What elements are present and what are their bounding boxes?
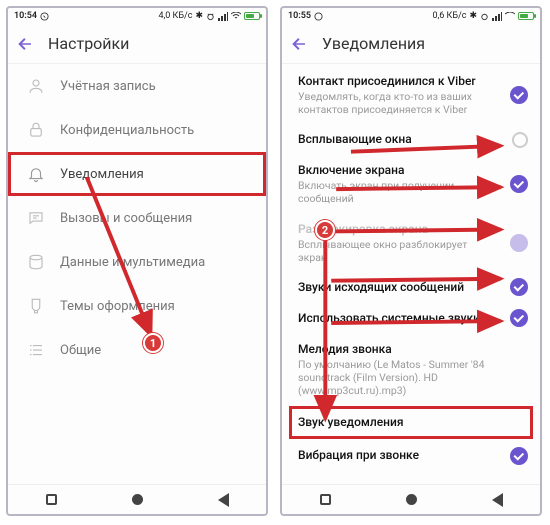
toggle-icon[interactable] xyxy=(512,132,528,148)
storage-icon xyxy=(26,252,46,272)
row-title: Вибрация при звонке xyxy=(298,448,494,463)
row-ringtone[interactable]: Мелодия звонка По умолчанию (Le Matos - … xyxy=(282,334,540,405)
user-icon xyxy=(26,76,46,96)
status-bar: 10:55 0,6 КБ/с ✱ xyxy=(282,8,540,24)
toggle-icon[interactable] xyxy=(510,234,528,252)
brush-icon xyxy=(26,296,46,316)
row-title: Использовать системные звуки xyxy=(298,311,494,326)
notifications-list: Контакт присоединился к Viber Уведомлять… xyxy=(282,64,540,484)
settings-item-label: Темы оформления xyxy=(60,299,175,314)
row-contact-joined[interactable]: Контакт присоединился к Viber Уведомлять… xyxy=(282,66,540,124)
header: Уведомления xyxy=(282,24,540,64)
signal-icon xyxy=(492,12,502,21)
row-system-sounds[interactable]: Использовать системные звуки xyxy=(282,303,540,334)
settings-item-media[interactable]: Данные и мультимедиа xyxy=(8,240,266,284)
list-icon xyxy=(26,340,46,360)
settings-item-label: Данные и мультимедиа xyxy=(60,255,205,270)
row-title: Контакт присоединился к Viber xyxy=(298,74,494,89)
settings-item-account[interactable]: Учётная запись xyxy=(8,64,266,108)
settings-item-privacy[interactable]: Конфиденциальность xyxy=(8,108,266,152)
nav-home-icon[interactable] xyxy=(406,494,417,505)
toggle-icon[interactable] xyxy=(510,175,528,193)
settings-item-label: Общие xyxy=(60,343,101,358)
toggle-icon[interactable] xyxy=(510,86,528,104)
status-time: 10:54 xyxy=(14,11,37,21)
signal-icon xyxy=(218,12,228,21)
bell-icon xyxy=(26,164,46,184)
nav-back-icon[interactable] xyxy=(492,493,503,507)
settings-item-label: Учётная запись xyxy=(60,79,156,94)
row-popups[interactable]: Всплывающие окна xyxy=(282,124,540,155)
toggle-icon[interactable] xyxy=(510,278,528,296)
bluetooth-icon: ✱ xyxy=(469,11,477,21)
settings-item-label: Уведомления xyxy=(60,167,144,182)
nav-home-icon[interactable] xyxy=(132,494,143,505)
row-subtitle: По умолчанию (Le Matos - Summer '84 soun… xyxy=(298,358,494,397)
row-title: Разблокировка экрана xyxy=(298,222,494,237)
wifi-icon xyxy=(505,12,515,20)
settings-item-notifications[interactable]: Уведомления xyxy=(8,152,266,196)
page-title: Уведомления xyxy=(322,34,425,53)
settings-item-general[interactable]: Общие xyxy=(8,328,266,372)
nav-recent-icon[interactable] xyxy=(46,494,57,505)
row-title: Звуки исходящих сообщений xyxy=(298,280,494,295)
chat-icon xyxy=(26,208,46,228)
back-icon[interactable] xyxy=(290,35,308,53)
viber-icon xyxy=(314,12,323,21)
phone-left: 10:54 4,0 КБ/с ✱ Настройки Учётная запис… xyxy=(6,6,268,516)
lock-icon xyxy=(26,120,46,140)
row-outgoing-sounds[interactable]: Звуки исходящих сообщений xyxy=(282,272,540,303)
settings-list: Учётная запись Конфиденциальность Уведом… xyxy=(8,64,266,484)
settings-item-label: Конфиденциальность xyxy=(60,123,194,138)
row-screen-on[interactable]: Включение экрана Включать экран при полу… xyxy=(282,155,540,213)
wifi-icon xyxy=(231,12,241,20)
settings-item-themes[interactable]: Темы оформления xyxy=(8,284,266,328)
status-time: 10:55 xyxy=(288,11,311,21)
nav-bar xyxy=(282,484,540,514)
nav-bar xyxy=(8,484,266,514)
row-subtitle: Включать экран при получении сообщений xyxy=(298,179,494,205)
row-vibrate-call[interactable]: Вибрация при звонке xyxy=(282,440,540,471)
page-title: Настройки xyxy=(48,34,129,53)
row-subtitle: Уведомлять, когда кто-то из ваших контак… xyxy=(298,90,494,116)
nav-recent-icon[interactable] xyxy=(320,494,331,505)
alarm-icon xyxy=(480,12,489,21)
row-subtitle: Всплывающее окно разблокирует экран xyxy=(298,238,494,264)
bluetooth-icon: ✱ xyxy=(195,11,203,21)
row-title: Звук уведомления xyxy=(298,415,494,430)
row-title: Мелодия звонка xyxy=(298,342,494,357)
row-notification-sound[interactable]: Звук уведомления xyxy=(290,407,532,438)
status-net: 0,6 КБ/с xyxy=(432,11,466,21)
alarm-icon xyxy=(206,12,215,21)
settings-item-label: Вызовы и сообщения xyxy=(60,211,192,226)
status-bar: 10:54 4,0 КБ/с ✱ xyxy=(8,8,266,24)
toggle-icon[interactable] xyxy=(510,309,528,327)
phone-right: 10:55 0,6 КБ/с ✱ Уведомления Контакт при… xyxy=(280,6,542,516)
row-title: Включение экрана xyxy=(298,163,494,178)
battery-icon xyxy=(518,12,534,20)
toggle-icon[interactable] xyxy=(510,447,528,465)
viber-icon xyxy=(40,12,49,21)
row-unlock-screen[interactable]: Разблокировка экрана Всплывающее окно ра… xyxy=(282,214,540,272)
status-net: 4,0 КБ/с xyxy=(158,11,192,21)
back-icon[interactable] xyxy=(16,35,34,53)
nav-back-icon[interactable] xyxy=(218,493,229,507)
row-title: Всплывающие окна xyxy=(298,132,494,147)
settings-item-calls[interactable]: Вызовы и сообщения xyxy=(8,196,266,240)
battery-icon xyxy=(244,12,260,20)
header: Настройки xyxy=(8,24,266,64)
